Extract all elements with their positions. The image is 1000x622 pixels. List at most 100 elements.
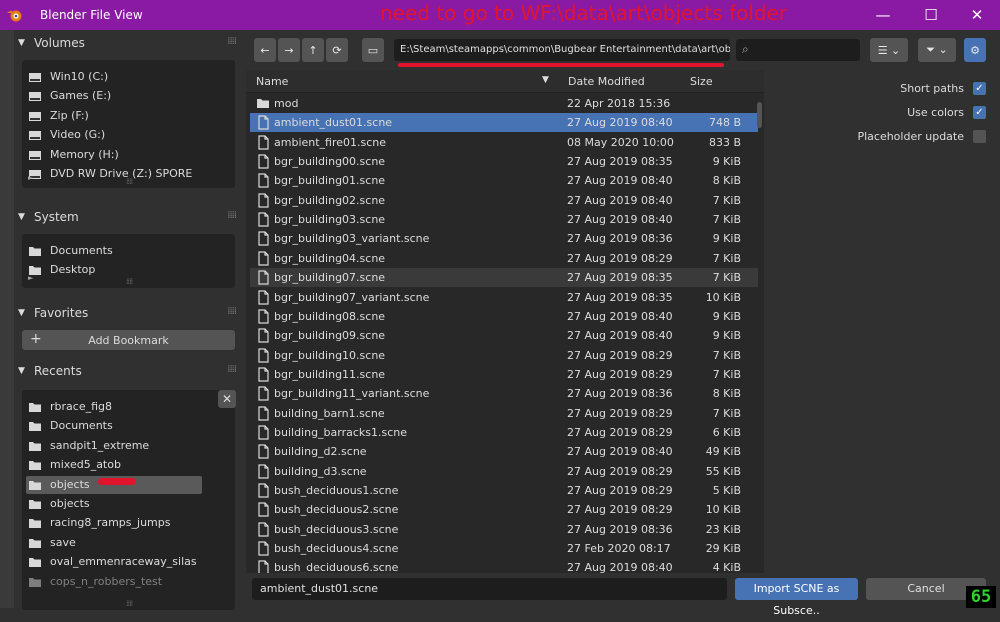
file-name: building_barracks1.scne [274,425,408,439]
add-bookmark-button[interactable]: + Add Bookmark [22,330,235,350]
file-size: 9 KiB [712,155,741,169]
item-label: rbrace_fig8 [50,400,112,413]
file-row[interactable]: bush_deciduous1.scne 27 Aug 2019 08:29 5 K… [250,481,758,500]
vol-item[interactable]: Zip (F:) [28,107,228,125]
rec-item[interactable]: mixed5_atob [28,456,228,474]
parent-dir-button[interactable]: ↑ [302,38,324,62]
file-list: Name ▼ Date Modified Size mod 22 Apr 2018… [246,70,764,573]
minimize-button[interactable]: — [860,0,906,30]
drag-grip-icon[interactable]: ⁞⁞⁞⁞ [227,210,237,221]
file-row[interactable]: bush_deciduous6.scne 27 Aug 2019 08:40 4 K… [250,558,758,573]
favorites-panel-header[interactable]: ▼ Favorites ⁞⁞⁞⁞ [14,302,244,324]
drag-grip-icon[interactable]: ⁞⁞⁞⁞ [227,364,237,375]
file-row[interactable]: ambient_dust01.scne 27 Aug 2019 08:40 748 … [250,113,758,133]
forward-button[interactable]: → [278,38,300,62]
file-name: bgr_building08.scne [274,309,386,323]
volumes-list: Win10 (C:) Games (E:) Zip (F:) Video (G:) Me… [22,60,235,188]
rec-item[interactable]: sandpit1_extreme [28,437,228,455]
display-mode-dropdown[interactable]: ☰ ⌄ [870,38,908,62]
resize-grip-icon[interactable]: ⁞⁞⁞⁞ [126,599,133,608]
clear-recents-button[interactable]: ✕ [218,390,236,408]
filter-dropdown[interactable]: ⏷ ⌄ [918,38,956,62]
vol-item[interactable]: Win10 (C:) [28,68,228,86]
column-size[interactable]: Size [690,75,713,88]
new-folder-button[interactable]: ▭ [362,38,384,62]
import-button[interactable]: Import SCNE as Subsce.. [735,578,858,617]
vol-item[interactable]: Video (G:) [28,126,228,144]
rec-item[interactable]: racing8_ramps_jumps [28,514,228,532]
item-label: objects [50,497,90,510]
file-row[interactable]: bgr_building07.scne 27 Aug 2019 08:35 7 Ki… [250,268,758,288]
file-row[interactable]: bgr_building08.scne 27 Aug 2019 08:40 9 Ki… [250,307,758,326]
file-date: 27 Aug 2019 08:40 [567,174,673,188]
sort-icon[interactable]: ▼ [542,75,549,85]
resize-grip-icon[interactable]: ⁞⁞⁞⁞ [126,277,133,286]
file-date: 27 Aug 2019 08:40 [567,445,673,459]
file-size: 9 KiB [712,329,741,343]
file-row[interactable]: bush_deciduous4.scne 27 Feb 2020 08:17 29 … [250,539,758,558]
file-row[interactable]: bush_deciduous2.scne 27 Aug 2019 08:29 10 … [250,500,758,519]
file-row[interactable]: building_barracks1.scne 27 Aug 2019 08:29… [250,423,758,442]
maximize-button[interactable]: ☐ [908,0,954,30]
file-name: bgr_building04.scne [274,251,386,265]
column-date[interactable]: Date Modified [568,75,645,88]
file-row[interactable]: bgr_building01.scne 27 Aug 2019 08:40 8 Ki… [250,171,758,190]
file-row[interactable]: bgr_building03_variant.scne 27 Aug 2019 0… [250,229,758,248]
file-row[interactable]: ambient_fire01.scne 08 May 2020 10:00 833 … [250,133,758,152]
back-button[interactable]: ← [254,38,276,62]
arrow-left-icon: ← [260,43,270,57]
checkbox-checked-icon[interactable]: ✓ [973,82,986,95]
folder-row[interactable]: mod 22 Apr 2018 15:36 [250,94,758,113]
file-row[interactable]: bgr_building11.scne 27 Aug 2019 08:29 7 Ki… [250,365,758,384]
settings-toggle-button[interactable]: ⚙ [964,38,986,62]
file-date: 27 Aug 2019 08:29 [567,464,673,478]
file-date: 27 Aug 2019 08:40 [567,193,673,207]
file-row[interactable]: bgr_building11_variant.scne 27 Aug 2019 0… [250,384,758,403]
expand-arrow-icon[interactable]: ► [28,174,33,182]
close-window-button[interactable]: ✕ [954,0,1000,30]
column-name[interactable]: Name [256,75,288,88]
file-icon [256,212,270,227]
sys-item[interactable]: Documents [28,242,228,260]
folder-icon [28,400,42,414]
file-row[interactable]: bush_deciduous3.scne 27 Aug 2019 08:36 23 … [250,520,758,539]
checkbox-checked-icon[interactable]: ✓ [973,106,986,119]
file-row[interactable]: building_barn1.scne 27 Aug 2019 08:29 7 Ki… [250,404,758,423]
rec-item[interactable]: objects [28,495,228,513]
file-row[interactable]: bgr_building02.scne 27 Aug 2019 08:40 7 Ki… [250,191,758,210]
path-input[interactable]: E:\Steam\steamapps\common\Bugbear Entert… [394,39,730,61]
file-row[interactable]: bgr_building07_variant.scne 27 Aug 2019 0… [250,288,758,307]
file-date: 27 Aug 2019 08:36 [567,522,673,536]
filename-input[interactable]: ambient_dust01.scne [252,578,727,600]
checkbox-unchecked-icon[interactable] [973,130,986,143]
recents-panel-header[interactable]: ▼ Recents ⁞⁞⁞⁞ [14,360,244,382]
file-row[interactable]: bgr_building00.scne 27 Aug 2019 08:35 9 Ki… [250,152,758,171]
rec-item[interactable]: Documents [28,417,228,435]
file-row[interactable]: bgr_building03.scne 27 Aug 2019 08:40 7 Ki… [250,210,758,229]
rec-item[interactable]: rbrace_fig8 [28,398,228,416]
drag-grip-icon[interactable]: ⁞⁞⁞⁞ [227,306,237,317]
item-label: sandpit1_extreme [50,438,150,452]
option-label: Placeholder update [857,130,964,143]
refresh-button[interactable]: ⟳ [326,38,348,62]
file-row[interactable]: bgr_building09.scne 27 Aug 2019 08:40 9 Ki… [250,326,758,345]
file-list-scrollbar[interactable] [757,102,762,128]
vol-item[interactable]: Memory (H:) [28,146,228,164]
option-label: Short paths [900,82,964,95]
vol-item[interactable]: Games (E:) [28,87,228,105]
file-row[interactable]: building_d2.scne 27 Aug 2019 08:40 49 KiB [250,442,758,461]
volumes-panel-header[interactable]: ▼ Volumes ⁞⁞⁞⁞ [14,32,244,54]
search-input[interactable]: ⌕ [736,39,860,61]
expand-arrow-icon[interactable]: ► [28,274,33,282]
rec-item[interactable]: cops_n_robbers_test [28,573,228,591]
resize-grip-icon[interactable]: ⁞⁞⁞⁞ [126,177,133,186]
system-panel-header[interactable]: ▼ System ⁞⁞⁞⁞ [14,206,244,228]
file-name: building_d3.scne [274,464,367,478]
file-row[interactable]: bgr_building04.scne 27 Aug 2019 08:29 7 Ki… [250,249,758,268]
drive-icon [28,109,42,123]
drag-grip-icon[interactable]: ⁞⁞⁞⁞ [227,36,237,47]
file-row[interactable]: bgr_building10.scne 27 Aug 2019 08:29 7 Ki… [250,346,758,365]
rec-item[interactable]: oval_emmenraceway_silas [28,553,228,571]
rec-item[interactable]: save [28,534,228,552]
file-row[interactable]: building_d3.scne 27 Aug 2019 08:29 55 KiB [250,462,758,481]
